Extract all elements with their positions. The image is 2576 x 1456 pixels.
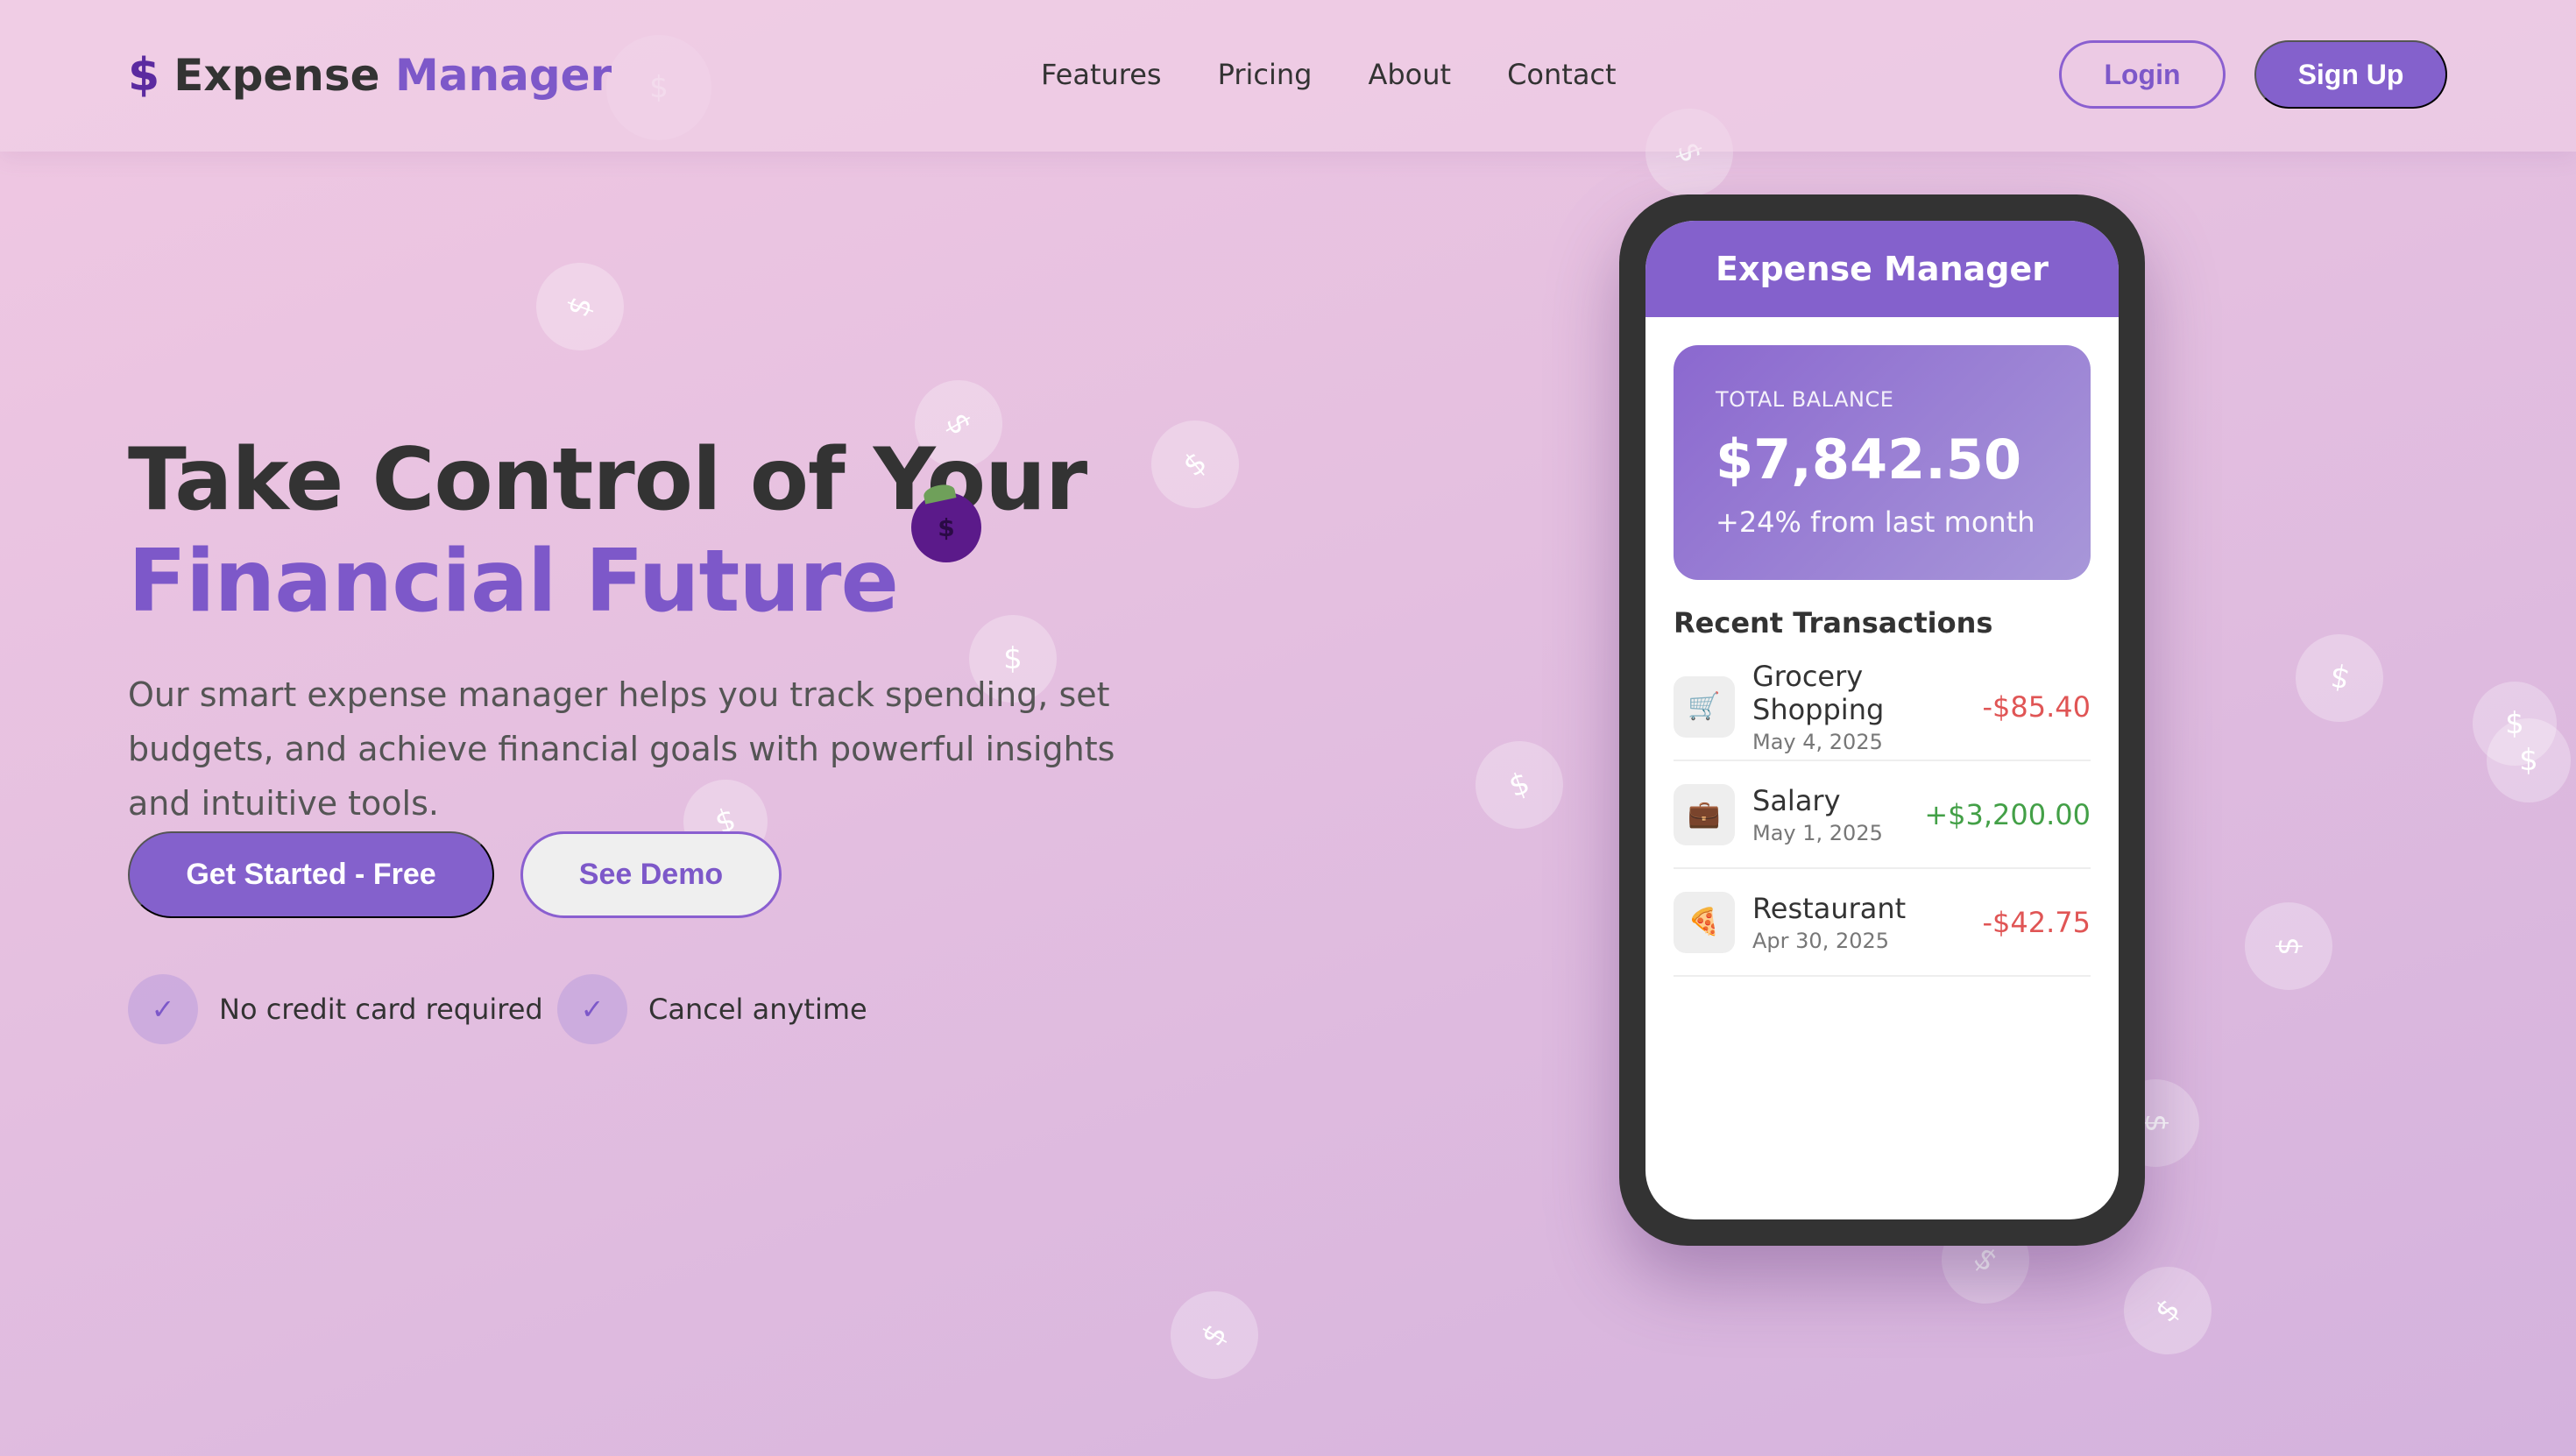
shopping-cart-icon: 🛒 [1674,675,1735,738]
nav-links: Features Pricing About Contact [1041,58,1617,91]
coin-icon: $ [911,492,981,562]
pizza-icon: 🍕 [1674,891,1735,953]
nav-link-pricing[interactable]: Pricing [1218,58,1313,91]
dollar-sign-icon: $ [128,49,160,102]
transaction-date: May 4, 2025 [1752,729,1883,754]
currency-bubble-icon: $ [1133,402,1257,527]
balance-amount: $7,842.50 [1716,428,2022,491]
transaction-amount: +$3,200.00 [1924,797,2091,831]
transaction-amount: -$85.40 [1982,689,2091,724]
nav-link-features[interactable]: Features [1041,58,1162,91]
brand-logo[interactable]: $ Expense Manager [128,49,612,102]
balance-change: +24% from last month [1716,505,2035,539]
currency-bubble-icon: $ [523,250,637,364]
currency-bubble-icon: $ [2487,718,2571,802]
signup-button[interactable]: Sign Up [2254,40,2447,109]
currency-bubble-icon: $ [2289,627,2390,729]
see-demo-button[interactable]: See Demo [520,831,782,918]
perk-label: No credit card required [219,993,543,1026]
transaction-date: May 1, 2025 [1752,820,1883,845]
transaction-list: 🛒 Grocery Shopping May 4, 2025 -$85.40 💼… [1674,654,2091,977]
transaction-row[interactable]: 🛒 Grocery Shopping May 4, 2025 -$85.40 [1674,654,2091,761]
balance-label: TOTAL BALANCE [1716,387,1894,412]
currency-bubble-icon: $ [2105,1248,2230,1373]
currency-bubble-icon: $ [1154,1275,1275,1396]
recent-transactions-title: Recent Transactions [1674,606,1993,640]
perk-no-credit-card: ✓ No credit card required [128,974,543,1044]
transaction-date: Apr 30, 2025 [1752,928,1890,953]
nav-link-about[interactable]: About [1368,58,1451,91]
top-navbar: $ Expense Manager Features Pricing About… [0,0,2576,152]
nav-link-contact[interactable]: Contact [1507,58,1617,91]
transaction-row[interactable]: 🍕 Restaurant Apr 30, 2025 -$42.75 [1674,869,2091,977]
transaction-name: Salary [1752,783,1841,817]
briefcase-icon: 💼 [1674,783,1735,845]
perk-label: Cancel anytime [648,993,867,1026]
brand-name: Expense Manager [173,50,612,101]
check-icon: ✓ [557,974,627,1044]
app-header: Expense Manager [1645,221,2119,317]
phone-screen: Expense Manager TOTAL BALANCE $7,842.50 … [1645,221,2119,1219]
transaction-name: Grocery Shopping [1752,659,1885,726]
get-started-button[interactable]: Get Started - Free [128,831,494,918]
currency-bubble-icon: $ [2245,902,2332,990]
login-button[interactable]: Login [2059,40,2226,109]
balance-card: TOTAL BALANCE $7,842.50 +24% from last m… [1674,345,2091,580]
perk-cancel-anytime: ✓ Cancel anytime [557,974,867,1044]
transaction-row[interactable]: 💼 Salary May 1, 2025 +$3,200.00 [1674,761,2091,869]
transaction-amount: -$42.75 [1982,905,2091,939]
hero-description: Our smart expense manager helps you trac… [128,675,1115,823]
check-icon: ✓ [128,974,198,1044]
transaction-name: Restaurant [1752,891,1907,925]
phone-mockup: Expense Manager TOTAL BALANCE $7,842.50 … [1619,194,2145,1246]
currency-bubble-icon: $ [1462,728,1576,842]
